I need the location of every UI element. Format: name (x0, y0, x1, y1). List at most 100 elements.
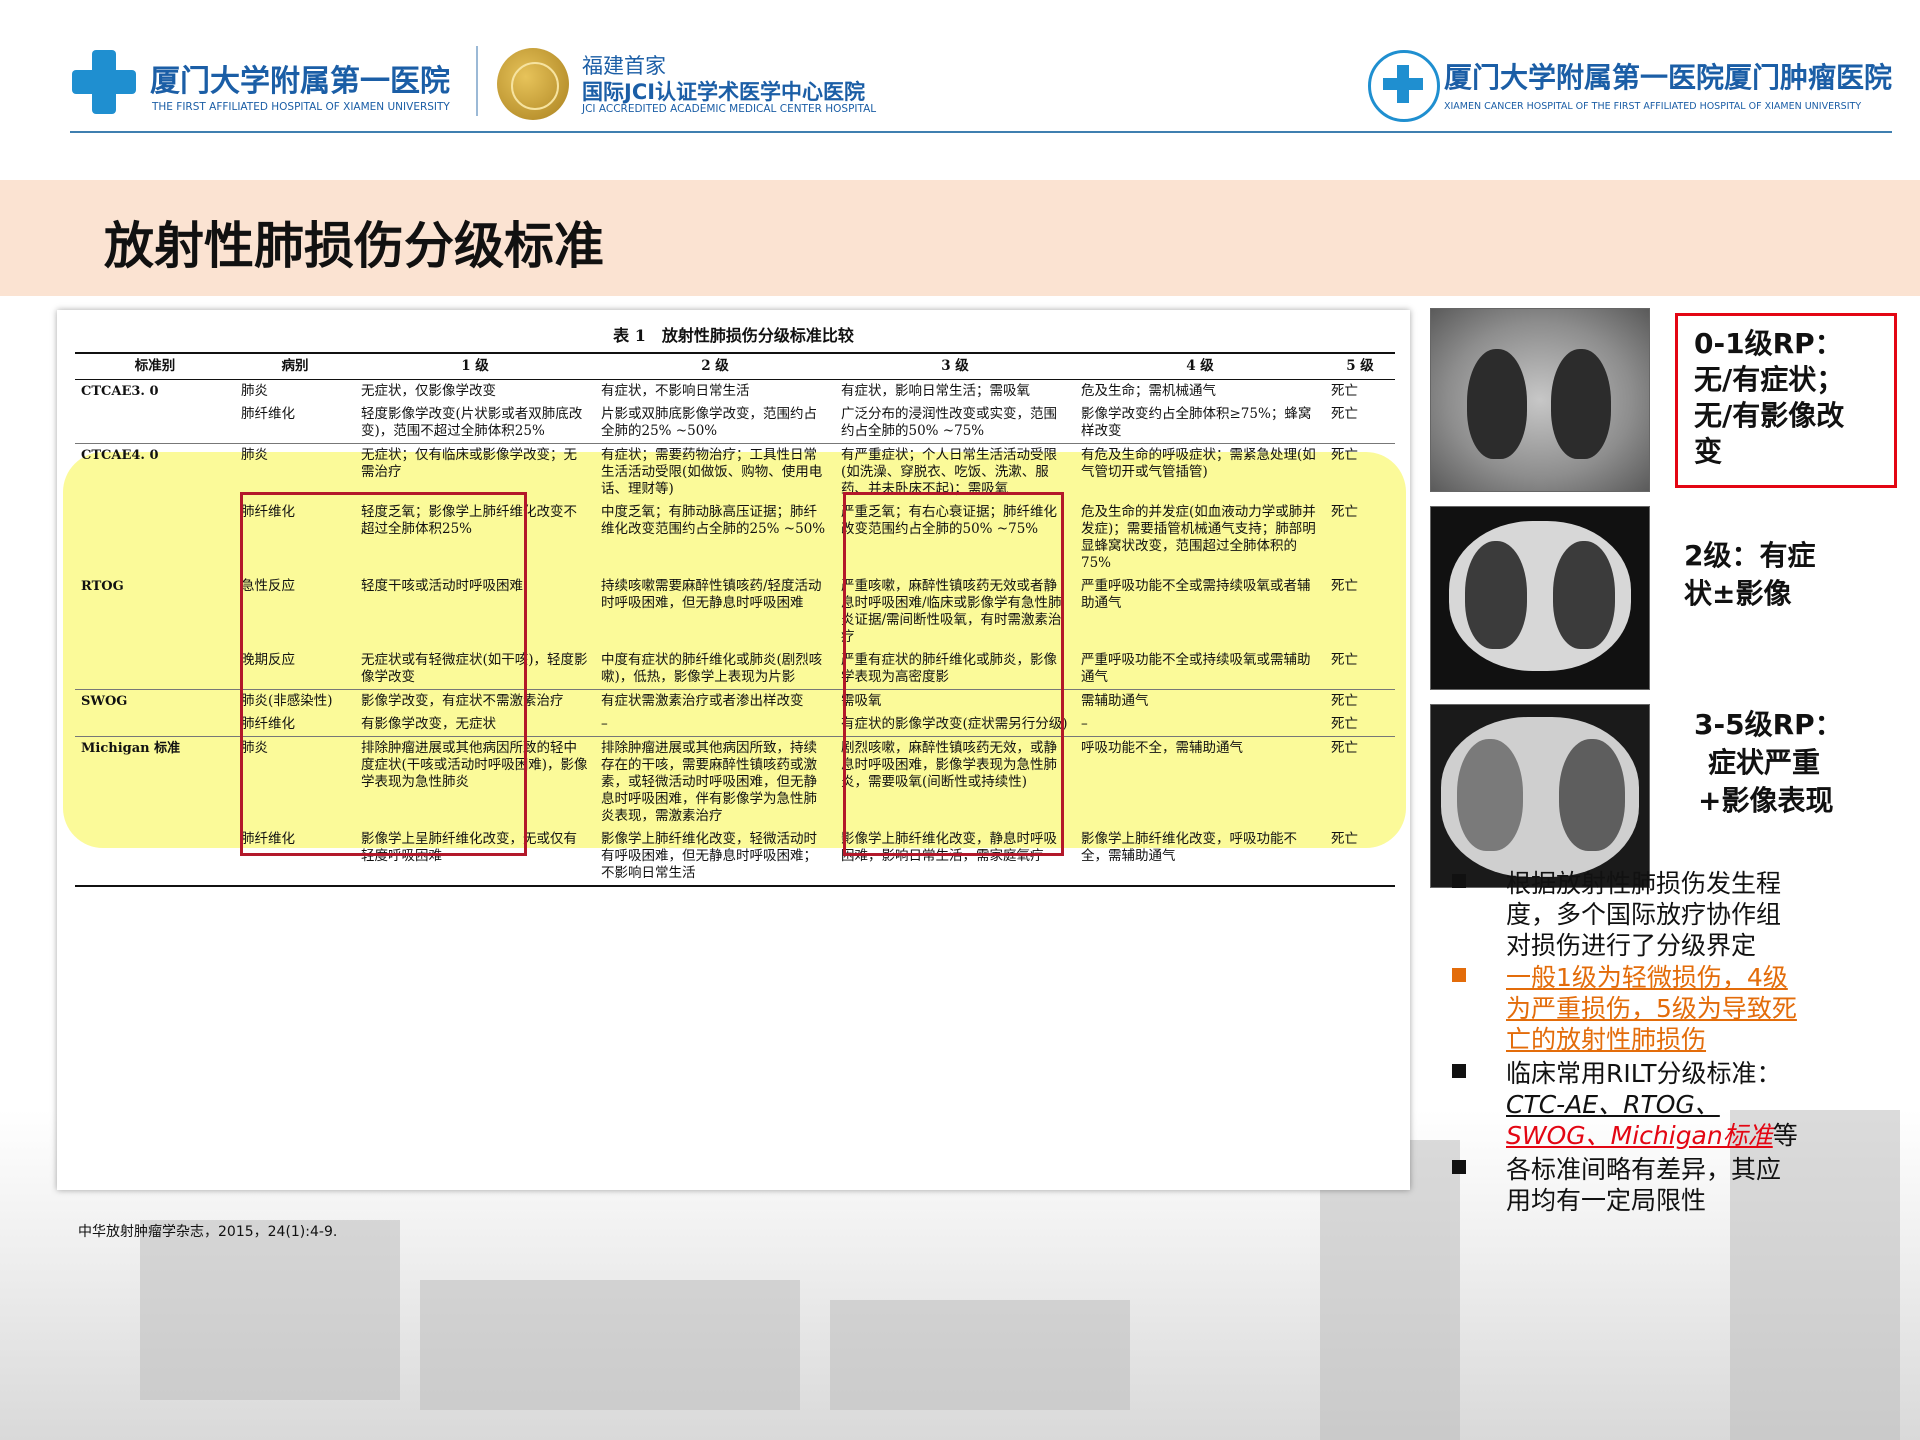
bullet-text: 各标准间略有差异，其应 (1506, 1155, 1782, 1184)
grade3-5-line: 症状严重 (1708, 746, 1821, 779)
hospital-cross-logo-icon (72, 50, 136, 114)
grade-cell: 死亡 (1331, 578, 1358, 594)
grade-cell: 影像学上肺纤维化改变，轻微活动时有呼吸困难，但无静息时呼吸困难；不影响日常生活 (595, 828, 835, 887)
left-logo-english: THE FIRST AFFILIATED HOSPITAL OF XIAMEN … (152, 101, 450, 113)
grade-cell: – (1081, 716, 1088, 732)
grade-cell: 死亡 (1325, 689, 1395, 713)
bullet-item: 一般1级为轻微损伤，4级 为严重损伤，5级为导致死 亡的放射性肺损伤 (1452, 962, 1832, 1058)
jci-line3: JCI ACCREDITED ACADEMIC MEDICAL CENTER H… (582, 103, 877, 115)
grade2-line: 2级：有症 (1684, 539, 1816, 572)
bullet-text: 度，多个国际放疗协作组 (1506, 900, 1782, 929)
header-cell: 标准别 (75, 352, 235, 380)
bullet-item: 临床常用RILT分级标准： CTC-AE、RTOG、 SWOG、Michigan… (1452, 1058, 1832, 1154)
grade-cell: 死亡 (1325, 443, 1395, 501)
grade-cell: 有危及生命的呼吸症状；需紧急处理(如气管切开或气管插管) (1075, 443, 1325, 501)
grade1-red-box (240, 492, 527, 856)
ct-image-grade2 (1430, 506, 1650, 690)
disease-cell: 肺炎 (241, 383, 268, 399)
standard-cell (75, 713, 235, 737)
bullet-text: 为严重损伤，5级为导致死 (1506, 994, 1797, 1023)
grade-cell: 呼吸功能不全，需辅助通气 (1075, 736, 1325, 828)
background-building (420, 1280, 800, 1410)
cancer-hospital-emblem-icon (1368, 50, 1440, 122)
right-logo-english: XIAMEN CANCER HOSPITAL OF THE FIRST AFFI… (1444, 101, 1862, 112)
lung-left-shape (1467, 349, 1527, 459)
grade-cell: 影像学上肺纤维化改变，呼吸功能不全，需辅助通气 (1075, 828, 1325, 887)
table-header-row: 标准别 病别 1 级 2 级 3 级 4 级 5 级 (75, 352, 1395, 380)
bullet-item: 根据放射性肺损伤发生程 度，多个国际放疗协作组 对损伤进行了分级界定 (1452, 868, 1832, 964)
bullet-square-icon (1452, 1160, 1466, 1174)
standard-cell (75, 403, 235, 444)
grade3-red-box (843, 492, 1064, 856)
ct-image-grade0-1 (1430, 308, 1650, 492)
lung-left-shape (1457, 739, 1523, 851)
page-title: 放射性肺损伤分级标准 (104, 217, 604, 275)
table-row: 肺纤维化 轻度影像学改变(片状影或者双肺底改变)，范围不超过全肺体积25% 片影或双… (75, 403, 1395, 444)
jci-line2: 国际JCI认证学术医学中心医院 (582, 80, 866, 104)
header-cell: 4 级 (1075, 352, 1325, 380)
bullet-text: 对损伤进行了分级界定 (1506, 931, 1757, 960)
standard-cell: Michigan 标准 (75, 736, 235, 828)
right-logo-name: 厦门大学附属第一医院厦门肿瘤医院 (1444, 61, 1893, 94)
reference-citation: 中华放射肿瘤学杂志，2015，24(1):4-9. (78, 1224, 338, 1240)
logo-divider (476, 46, 478, 116)
header: 厦门大学附属第一医院 THE FIRST AFFILIATED HOSPITAL… (0, 0, 1920, 133)
grade-cell: 中度乏氧；有肺动脉高压证据；肺纤维化改变范围约占全肺的25% ~50% (601, 504, 826, 537)
grade-cell: 有症状，不影响日常生活 (601, 383, 750, 399)
bullet-text: 临床常用RILT分级标准： (1506, 1059, 1782, 1088)
grade3-5-line: 3-5级RP： (1694, 708, 1843, 741)
left-logo-name: 厦门大学附属第一医院 (150, 64, 450, 99)
standard-cell: CTCAE3. 0 (81, 384, 159, 399)
grade-cell: 死亡 (1331, 383, 1358, 399)
bullet-item: 各标准间略有差异，其应 用均有一定局限性 (1452, 1154, 1832, 1220)
standard-cell: SWOG (75, 689, 235, 713)
header-cell: 5 级 (1325, 352, 1395, 380)
grade-cell: 排除肿瘤进展或其他病因所致，持续存在的干咳，需要麻醉性镇咳药或激素，或轻微活动时… (595, 736, 835, 828)
table-caption: 表 1 放射性肺损伤分级标准比较 (613, 326, 854, 345)
disease-cell: 肺纤维化 (241, 406, 295, 422)
standard-cell (75, 828, 235, 887)
standard-cell (75, 501, 235, 575)
bullet-text: CTC-AE、RTOG、 (1506, 1090, 1720, 1119)
header-cell: 2 级 (595, 352, 835, 380)
grade-cell: 死亡 (1325, 828, 1395, 887)
grade0-1-line: 0-1级RP： (1694, 327, 1843, 360)
grade3-5-line: +影像表现 (1698, 784, 1834, 817)
header-rule (70, 131, 1892, 133)
bullet-square-icon (1452, 968, 1466, 982)
grade-cell: 无症状，仅影像学改变 (361, 383, 496, 399)
grade-cell: 危及生命的并发症(如血液动力学或肺并发症)；需要插管机械通气支持；肺部明显蜂窝状… (1081, 504, 1316, 571)
grade0-1-line: 无/有影像改 (1694, 399, 1845, 432)
bullet-text: 亡的放射性肺损伤 (1506, 1025, 1707, 1054)
bullet-text: 等 (1772, 1121, 1798, 1150)
grade-cell: 死亡 (1331, 504, 1358, 520)
bullet-text: 一般1级为轻微损伤，4级 (1506, 963, 1788, 992)
grade-cell: 死亡 (1325, 736, 1395, 828)
grade2-line: 状±影像 (1684, 577, 1792, 610)
lung-right-shape (1551, 349, 1611, 459)
lung-right-shape (1559, 739, 1625, 851)
grade-cell: 影像学改变约占全肺体积≥75%；蜂窝样改变 (1081, 406, 1312, 439)
grading-table-figure: 表 1 放射性肺损伤分级标准比较 标准别 病别 1 级 2 级 3 级 4 级 … (57, 310, 1410, 1190)
bullet-text: 用均有一定局限性 (1506, 1186, 1707, 1215)
grade0-1-line: 无/有症状； (1694, 363, 1845, 396)
header-cell: 3 级 (835, 352, 1075, 380)
grade-cell: 需辅助通气 (1075, 689, 1325, 713)
bullet-square-icon (1452, 874, 1466, 888)
grade-cell: 片影或双肺底影像学改变，范围约占全肺的25% ~50% (601, 406, 817, 439)
grade-cell: 中度有症状的肺纤维化或肺炎(剧烈咳嗽)，低热，影像学上表现为片影 (601, 652, 823, 685)
grade-cell: 有症状需激素治疗或者渗出样改变 (595, 689, 835, 713)
grade-cell: 死亡 (1331, 716, 1358, 732)
grade-cell: 严重呼吸功能不全或需持续吸氧或者辅助通气 (1081, 578, 1311, 611)
bullet-square-icon (1452, 1064, 1466, 1078)
bullet-text: SWOG、Michigan标准 (1506, 1121, 1773, 1150)
background-building (140, 1220, 400, 1400)
header-cell: 1 级 (355, 352, 595, 380)
ct-image-grade3-5 (1430, 704, 1650, 888)
background-building (830, 1300, 1130, 1410)
grade0-1-line: 变 (1694, 435, 1723, 468)
grade-cell: 严重呼吸功能不全或持续吸氧或需辅助通气 (1081, 652, 1311, 685)
grade-cell: 有症状，影响日常生活；需吸氧 (841, 383, 1030, 399)
grade-cell: 危及生命；需机械通气 (1081, 383, 1216, 399)
grade-cell: 死亡 (1331, 406, 1358, 422)
